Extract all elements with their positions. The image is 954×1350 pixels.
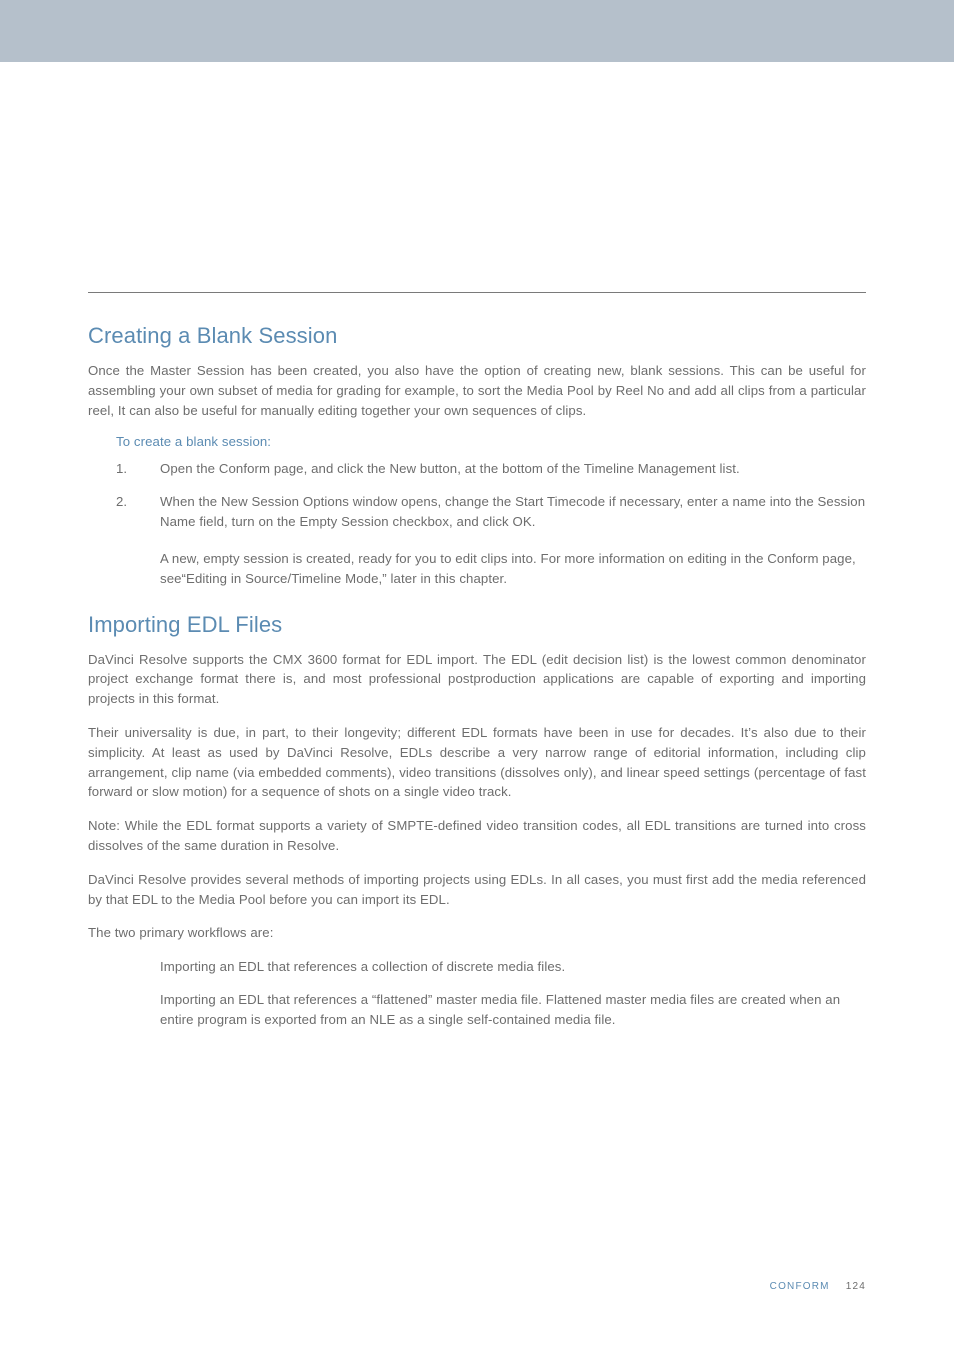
step-text: Open the Conform page, and click the New… [160,459,866,479]
footer-section-label: CONFORM [770,1281,830,1292]
paragraph: DaVinci Resolve provides several methods… [88,870,866,910]
steps-list: 1. Open the Conform page, and click the … [116,459,866,532]
section-heading-creating-blank-session: Creating a Blank Session [88,323,866,349]
workflow-item: Importing an EDL that references a colle… [160,957,866,977]
paragraph-lead-in: The two primary workflows are: [88,923,866,943]
intro-paragraph: Once the Master Session has been created… [88,361,866,420]
header-band [0,0,954,62]
page-content: Creating a Blank Session Once the Master… [0,62,954,1031]
step-note: A new, empty session is created, ready f… [160,549,866,590]
step-item: 2. When the New Session Options window o… [116,492,866,533]
workflow-list: Importing an EDL that references a colle… [160,957,866,1030]
step-item: 1. Open the Conform page, and click the … [116,459,866,479]
footer-page-number: 124 [846,1281,866,1292]
section-heading-importing-edl: Importing EDL Files [88,612,866,638]
step-text: When the New Session Options window open… [160,492,866,533]
paragraph-note: Note: While the EDL format supports a va… [88,816,866,856]
page-footer: CONFORM 124 [770,1281,866,1292]
workflow-item: Importing an EDL that references a “flat… [160,990,866,1031]
horizontal-rule [88,292,866,293]
paragraph: DaVinci Resolve supports the CMX 3600 fo… [88,650,866,709]
subhead-create-blank-session: To create a blank session: [116,434,866,449]
step-number: 2. [116,492,160,533]
paragraph: Their universality is due, in part, to t… [88,723,866,802]
step-number: 1. [116,459,160,479]
